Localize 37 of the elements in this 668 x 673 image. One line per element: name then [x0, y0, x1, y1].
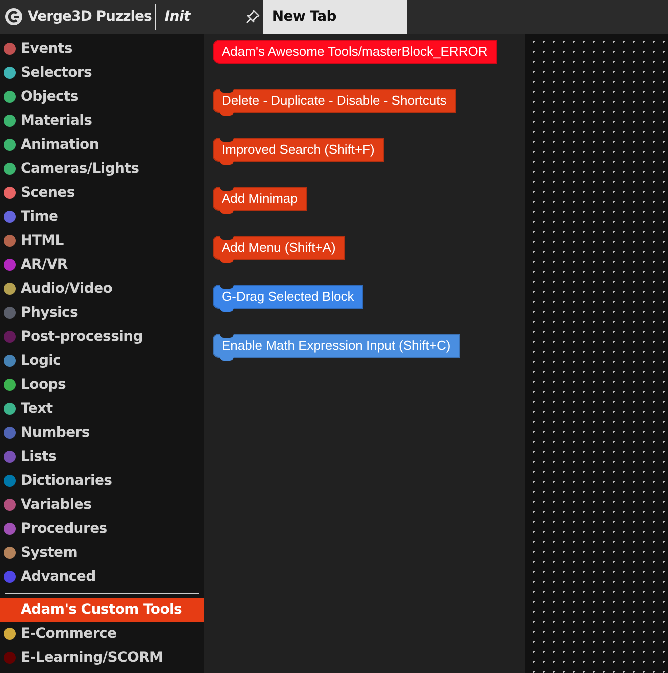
category-item[interactable]: Post-processing	[0, 325, 204, 349]
puzzle-block[interactable]: Delete - Duplicate - Disable - Shortcuts	[213, 89, 456, 113]
category-item[interactable]: Loops	[0, 373, 204, 397]
category-item[interactable]: Scenes	[0, 181, 204, 205]
tab[interactable]: New Tab	[263, 0, 408, 34]
puzzle-block[interactable]: Adam's Awesome Tools/masterBlock_ERROR	[213, 40, 497, 64]
category-item[interactable]: Text	[0, 397, 204, 421]
category-item[interactable]: Cameras/Lights	[0, 157, 204, 181]
category-item[interactable]: Audio/Video	[0, 277, 204, 301]
category-item[interactable]: HTML	[0, 229, 204, 253]
category-item[interactable]: Events	[0, 37, 204, 61]
category-item[interactable]: Physics	[0, 301, 204, 325]
category-item[interactable]: Selectors	[0, 61, 204, 85]
category-item[interactable]: Dictionaries	[0, 469, 204, 493]
category-item[interactable]: Objects	[0, 85, 204, 109]
category-item[interactable]: Variables	[0, 493, 204, 517]
puzzle-block[interactable]: Add Menu (Shift+A)	[213, 236, 345, 260]
category-item[interactable]: Animation	[0, 133, 204, 157]
puzzle-block[interactable]: G-Drag Selected Block	[213, 285, 364, 309]
category-item[interactable]: Adam's Custom Tools	[0, 598, 204, 622]
category-item[interactable]: Time	[0, 205, 204, 229]
category-item[interactable]: Numbers	[0, 421, 204, 445]
category-item[interactable]: AR/VR	[0, 253, 204, 277]
category-item[interactable]: Procedures	[0, 517, 204, 541]
app-title: Verge3D Puzzles	[28, 9, 152, 25]
category-item[interactable]: E-Learning/SCORM	[0, 646, 204, 670]
category-item[interactable]: Lists	[0, 445, 204, 469]
category-item[interactable]: Materials	[0, 109, 204, 133]
tab[interactable]: Init	[156, 0, 200, 34]
category-item[interactable]: Advanced	[0, 565, 204, 589]
category-item[interactable]: System	[0, 541, 204, 565]
category-item[interactable]: Logic	[0, 349, 204, 373]
puzzle-block[interactable]: Improved Search (Shift+F)	[213, 138, 384, 162]
pin-icon[interactable]	[245, 9, 262, 25]
logo-icon	[5, 8, 23, 26]
puzzle-block[interactable]: Add Minimap	[213, 187, 307, 211]
category-item[interactable]: E-Commerce	[0, 622, 204, 646]
